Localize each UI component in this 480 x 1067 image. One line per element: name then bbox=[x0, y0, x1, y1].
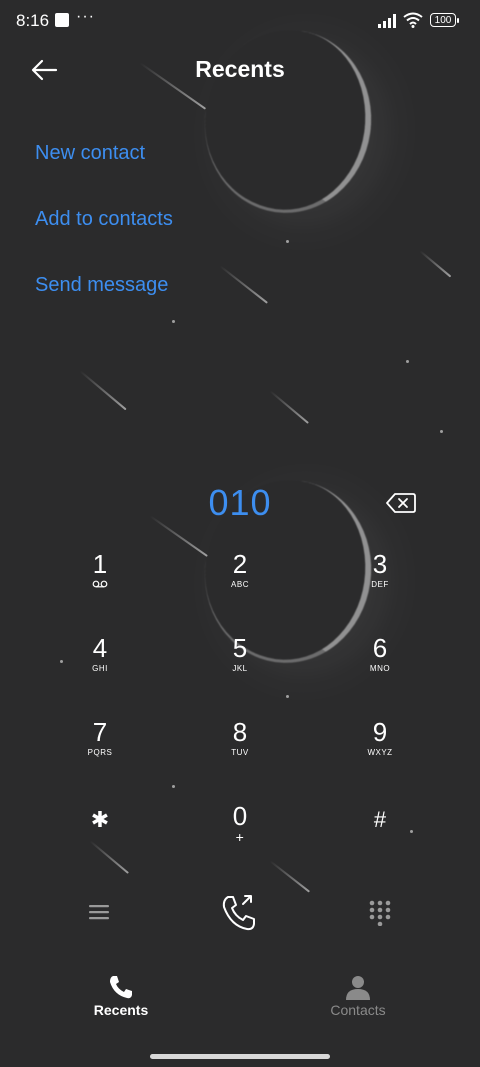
key-digit: ✱ bbox=[90, 807, 110, 832]
battery-icon: 100 bbox=[430, 13, 459, 27]
bottom-tab-bar: Recents Contacts bbox=[0, 970, 480, 1030]
meteor-streak bbox=[79, 370, 127, 411]
signal-icon bbox=[378, 14, 396, 28]
person-icon bbox=[346, 976, 370, 1000]
key-digit: 4 bbox=[92, 633, 108, 663]
key-digit: 6 bbox=[372, 633, 388, 663]
phone-icon bbox=[110, 976, 132, 999]
backspace-icon[interactable] bbox=[386, 492, 416, 514]
new-contact-link[interactable]: New contact bbox=[35, 138, 173, 204]
tab-contacts[interactable]: Contacts bbox=[298, 970, 418, 1018]
meteor-streak bbox=[269, 390, 309, 424]
key-letters: DEF bbox=[371, 580, 389, 589]
dialer-toolbar bbox=[0, 888, 480, 938]
key-4[interactable]: 4 GHI bbox=[30, 632, 170, 712]
key-6[interactable]: 6 MNO bbox=[310, 632, 450, 712]
notification-icon bbox=[55, 13, 69, 27]
key-8[interactable]: 8 TUV bbox=[170, 716, 310, 796]
key-letters: JKL bbox=[232, 664, 248, 673]
star bbox=[286, 240, 289, 243]
key-0[interactable]: 0 + bbox=[170, 800, 310, 880]
app-header: Recents bbox=[0, 48, 480, 92]
key-7[interactable]: 7 PQRS bbox=[30, 716, 170, 796]
key-letters: ABC bbox=[231, 580, 249, 589]
call-button[interactable] bbox=[219, 892, 261, 934]
wifi-icon bbox=[403, 12, 423, 28]
key-star[interactable]: ✱ bbox=[30, 804, 170, 884]
key-digit: 3 bbox=[372, 549, 388, 579]
battery-level: 100 bbox=[434, 15, 452, 26]
voicemail-icon bbox=[92, 580, 108, 588]
status-bar: 8:16 ··· 100 bbox=[0, 0, 480, 42]
key-9[interactable]: 9 WXYZ bbox=[310, 716, 450, 796]
more-notifications-icon: ··· bbox=[76, 8, 95, 25]
action-list: New contact Add to contacts Send message bbox=[35, 138, 173, 336]
key-digit: 7 bbox=[92, 717, 108, 747]
key-letters: + bbox=[235, 829, 245, 845]
star bbox=[406, 360, 409, 363]
key-3[interactable]: 3 DEF bbox=[310, 548, 450, 628]
meteor-streak bbox=[219, 265, 268, 304]
key-1[interactable]: 1 bbox=[30, 548, 170, 628]
menu-icon[interactable] bbox=[88, 903, 110, 921]
meteor-streak bbox=[419, 250, 452, 278]
add-to-contacts-link[interactable]: Add to contacts bbox=[35, 204, 173, 270]
key-2[interactable]: 2 ABC bbox=[170, 548, 310, 628]
key-letters: WXYZ bbox=[367, 748, 393, 757]
star bbox=[440, 430, 443, 433]
key-letters: PQRS bbox=[87, 748, 113, 757]
key-letters: MNO bbox=[369, 664, 391, 673]
key-letters: GHI bbox=[92, 664, 108, 673]
dialpad-icon[interactable] bbox=[369, 900, 391, 926]
status-time: 8:16 bbox=[16, 11, 50, 30]
key-digit: 9 bbox=[372, 717, 388, 747]
page-title: Recents bbox=[195, 56, 285, 82]
key-digit: # bbox=[373, 807, 387, 832]
tab-recents[interactable]: Recents bbox=[61, 970, 181, 1018]
key-digit: 8 bbox=[232, 717, 248, 747]
key-letters: TUV bbox=[231, 748, 249, 757]
key-digit: 5 bbox=[232, 633, 248, 663]
key-5[interactable]: 5 JKL bbox=[170, 632, 310, 712]
key-hash[interactable]: # bbox=[310, 804, 450, 884]
key-digit: 0 bbox=[232, 801, 248, 831]
home-indicator[interactable] bbox=[150, 1054, 330, 1059]
tab-label: Recents bbox=[93, 1002, 149, 1018]
key-digit: 1 bbox=[92, 549, 108, 579]
send-message-link[interactable]: Send message bbox=[35, 270, 173, 336]
key-digit: 2 bbox=[232, 549, 248, 579]
tab-label: Contacts bbox=[330, 1002, 386, 1018]
